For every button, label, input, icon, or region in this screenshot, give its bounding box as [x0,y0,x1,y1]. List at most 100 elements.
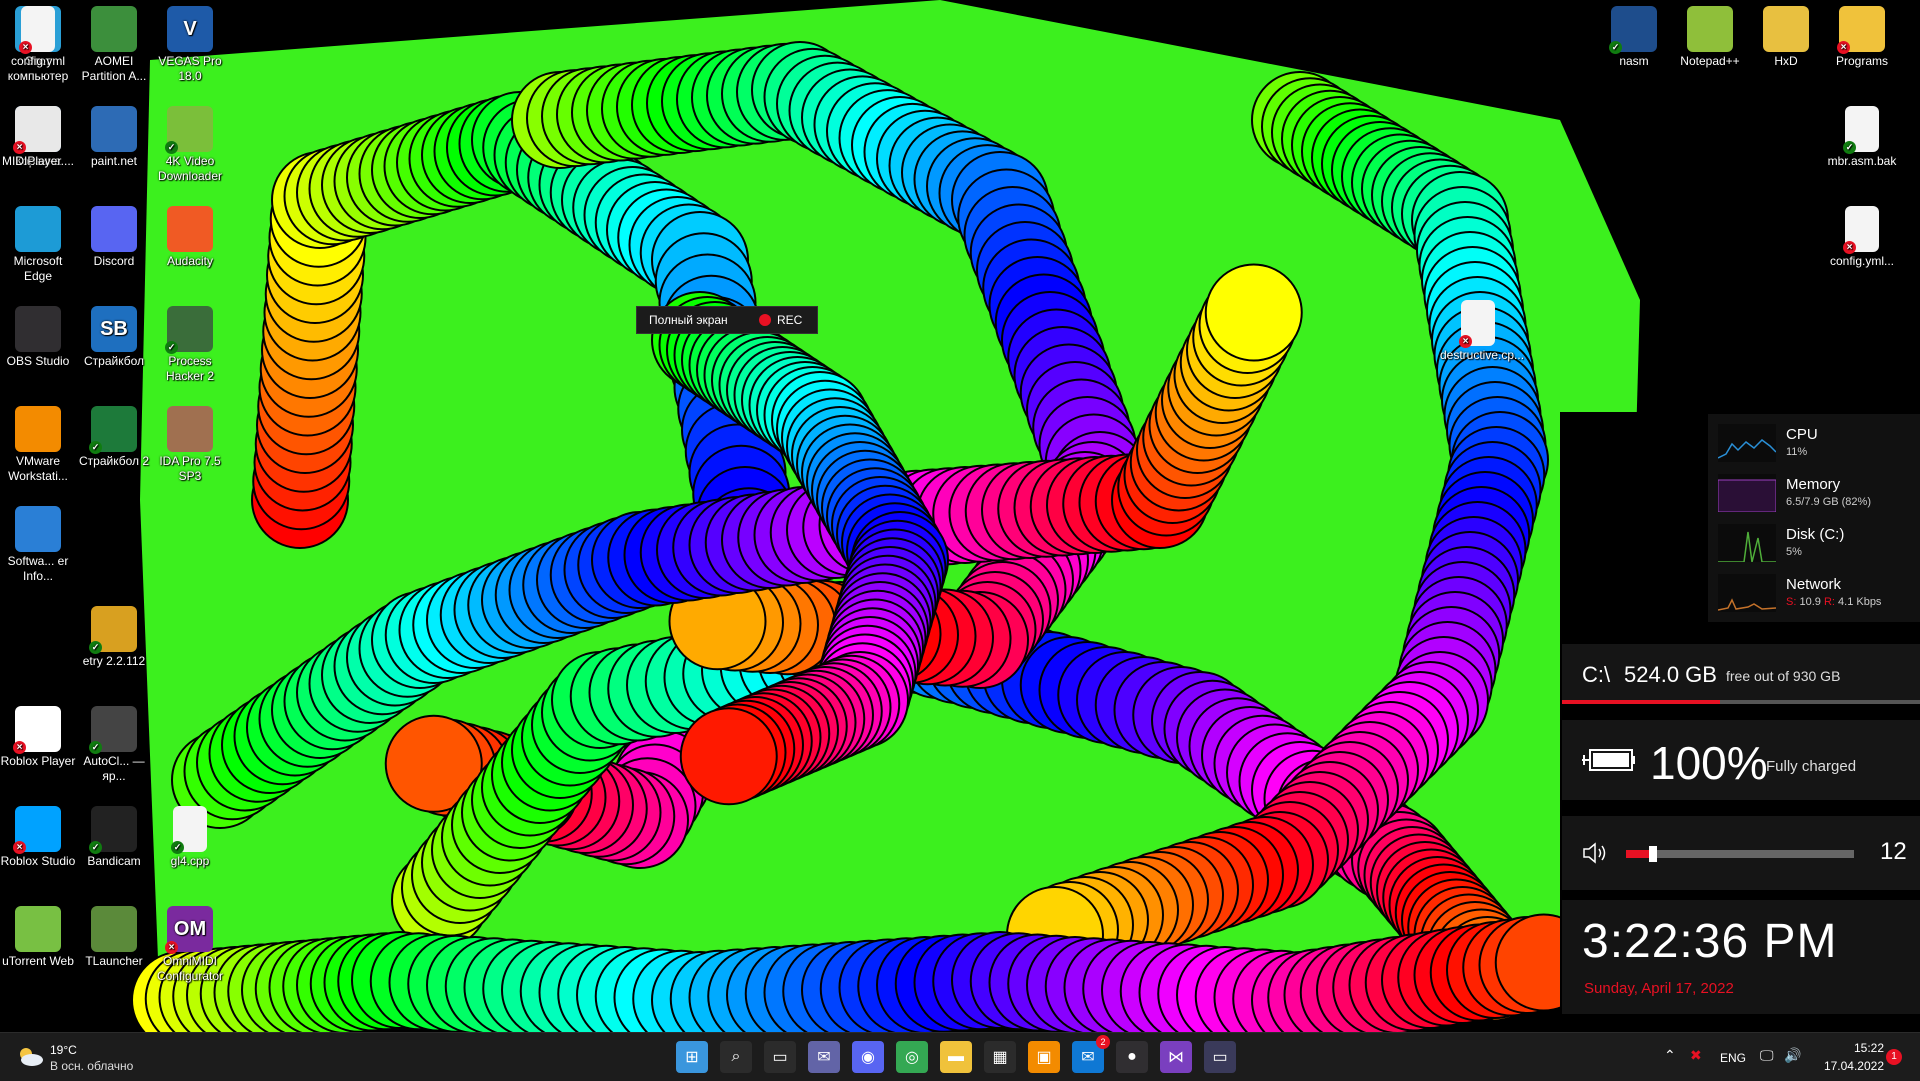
recorder-overlay[interactable]: Полный экран REC [636,306,818,334]
desktop-shortcut[interactable]: ✓ etry 2.2.112 [76,606,152,669]
task-view-icon[interactable]: ▭ [764,1041,796,1073]
obs-icon[interactable] [15,306,61,352]
paintnet-icon[interactable] [91,106,137,152]
desktop-shortcut[interactable]: ✓ 4K Video Downloader [152,106,228,184]
desktop-shortcut[interactable]: × config.yml... [1824,206,1900,269]
vegas-icon[interactable]: V [167,6,213,52]
roblox-icon[interactable]: × [13,706,61,754]
weather-desc[interactable]: В осн. облачно [50,1059,133,1073]
desktop-shortcut[interactable]: × MIDIPlayer.... [0,106,76,169]
perf-memory[interactable]: Memory 6.5/7.9 GB (82%) [1718,470,1918,516]
nasm-icon[interactable]: ✓ [1609,6,1657,54]
aomei-icon[interactable] [91,6,137,52]
discord-icon[interactable] [91,206,137,252]
4k-downloader-icon[interactable]: ✓ [165,106,213,154]
obs-icon[interactable]: ● [1116,1041,1148,1073]
desktop-shortcut[interactable]: SB Страйкбол [76,306,152,369]
roblox-studio-icon[interactable]: × [13,806,61,854]
tray-chevron-icon[interactable]: ⌃ [1664,1047,1676,1064]
tray-volume-icon[interactable]: 🔊 [1784,1047,1801,1064]
tray-network-icon[interactable]: 🖵 [1760,1047,1774,1064]
desktop-shortcut[interactable]: × Roblox Player [0,706,76,769]
desktop-shortcut[interactable]: × destructive.cp... [1440,300,1524,363]
speaker-icon[interactable] [1582,842,1610,864]
desktop-shortcut[interactable]: uTorrent Web [0,906,76,969]
desktop-shortcut[interactable]: VMware Workstati... [0,406,76,484]
cpp-file-icon[interactable]: ✓ [171,806,207,854]
etry-icon[interactable]: ✓ [89,606,137,654]
weather-icon[interactable] [16,1045,44,1067]
desktop-shortcut[interactable]: ✓ nasm [1596,6,1672,69]
desktop-shortcut[interactable]: ✓ AutoCl... — яр... [76,706,152,784]
tlauncher-icon[interactable] [91,906,137,952]
battery-widget[interactable]: 100% Fully charged [1562,720,1920,800]
perf-cpu[interactable]: CPU 11% [1718,420,1918,466]
desktop-shortcut[interactable]: ✓ Process Hacker 2 [152,306,228,384]
notification-badge[interactable]: 1 [1886,1049,1902,1065]
visual-studio-icon[interactable]: ⋈ [1160,1041,1192,1073]
process-hacker-icon[interactable]: ✓ [165,306,213,354]
chat-icon[interactable]: ✉ [808,1041,840,1073]
disk-widget[interactable]: C:\ 524.0 GB free out of 930 GB [1562,644,1920,704]
volume-slider[interactable] [1626,846,1854,862]
recorder-rec-label[interactable]: REC [777,313,802,327]
tray-language[interactable]: ENG [1720,1051,1746,1065]
tray-security-icon[interactable]: ✖ [1690,1047,1702,1064]
volume-widget[interactable]: 12 [1562,816,1920,890]
desktop-shortcut[interactable]: OM × OmniMIDI Configurator [152,906,228,984]
perf-disk[interactable]: Disk (C:) 5% [1718,520,1918,566]
audacity-icon[interactable] [167,206,213,252]
file-icon[interactable]: × [19,6,55,54]
recorder-mode[interactable]: Полный экран [649,313,728,327]
desktop-shortcut[interactable]: × Programs [1824,6,1900,69]
desktop-shortcut[interactable]: ✓ Страйкбол 2 [76,406,152,469]
desktop-shortcut[interactable]: Discord [76,206,152,269]
desktop-shortcut[interactable]: Softwa... er Info... [0,506,76,584]
desktop-shortcut[interactable]: paint.net [76,106,152,169]
desktop-shortcut[interactable]: Microsoft Edge [0,206,76,284]
mouse-icon[interactable]: ✓ [89,706,137,754]
utorrent-icon[interactable] [15,906,61,952]
omnimidi-icon[interactable]: OM × [165,906,213,954]
desktop-shortcut[interactable]: HxD [1748,6,1824,69]
store-icon[interactable]: ▦ [984,1041,1016,1073]
tray-time[interactable]: 15:22 [1830,1041,1884,1055]
java-icon[interactable]: × [13,106,61,154]
performance-widget[interactable]: CPU 11% Memory 6.5/7.9 GB (82%) Disk (C:… [1708,414,1920,622]
chrome-icon[interactable]: ◎ [896,1041,928,1073]
desktop-shortcut[interactable]: × Roblox Studio [0,806,76,869]
edge-icon[interactable] [15,206,61,252]
start-icon[interactable]: ⊞ [676,1041,708,1073]
desktop-shortcut[interactable]: ✓ mbr.asm.bak [1824,106,1900,169]
strikeball2-icon[interactable]: ✓ [89,406,137,454]
desktop-shortcut[interactable]: ✓ Bandicam [76,806,152,869]
terminal-icon[interactable]: ▭ [1204,1041,1236,1073]
folder-icon[interactable]: × [1837,6,1885,54]
search-icon[interactable]: ⌕ [720,1041,752,1073]
mail-icon[interactable]: ✉ 2 [1072,1035,1110,1073]
perf-network[interactable]: Network S: 10.9 R: 4.1 Kbps [1718,570,1918,616]
sb-icon[interactable]: SB [91,306,137,352]
tray-date[interactable]: 17.04.2022 [1812,1059,1884,1073]
desktop-shortcut[interactable]: V VEGAS Pro 18.0 [152,6,228,84]
file-icon[interactable]: × [1843,206,1879,254]
explorer-icon[interactable]: ▬ [940,1041,972,1073]
volume-knob[interactable] [1649,846,1658,862]
ida-icon[interactable] [167,406,213,452]
bandicam-icon[interactable]: ✓ [89,806,137,854]
software-icon[interactable] [15,506,61,552]
weather-temp[interactable]: 19°C [50,1043,77,1057]
desktop-shortcut[interactable]: TLauncher [76,906,152,969]
hxd-icon[interactable] [1763,6,1809,52]
vmware-icon[interactable]: ▣ [1028,1041,1060,1073]
file-icon[interactable]: × [1459,300,1495,348]
notepadpp-icon[interactable] [1687,6,1733,52]
desktop-shortcut[interactable]: × config.yml [0,6,76,69]
vmware-icon[interactable] [15,406,61,452]
file-icon[interactable]: ✓ [1843,106,1879,154]
desktop-shortcut[interactable]: Audacity [152,206,228,269]
desktop-shortcut[interactable]: AOMEI Partition A... [76,6,152,84]
desktop-shortcut[interactable]: ✓ gl4.cpp [152,806,228,869]
desktop-shortcut[interactable]: IDA Pro 7.5 SP3 [152,406,228,484]
desktop-shortcut[interactable]: Notepad++ [1672,6,1748,69]
